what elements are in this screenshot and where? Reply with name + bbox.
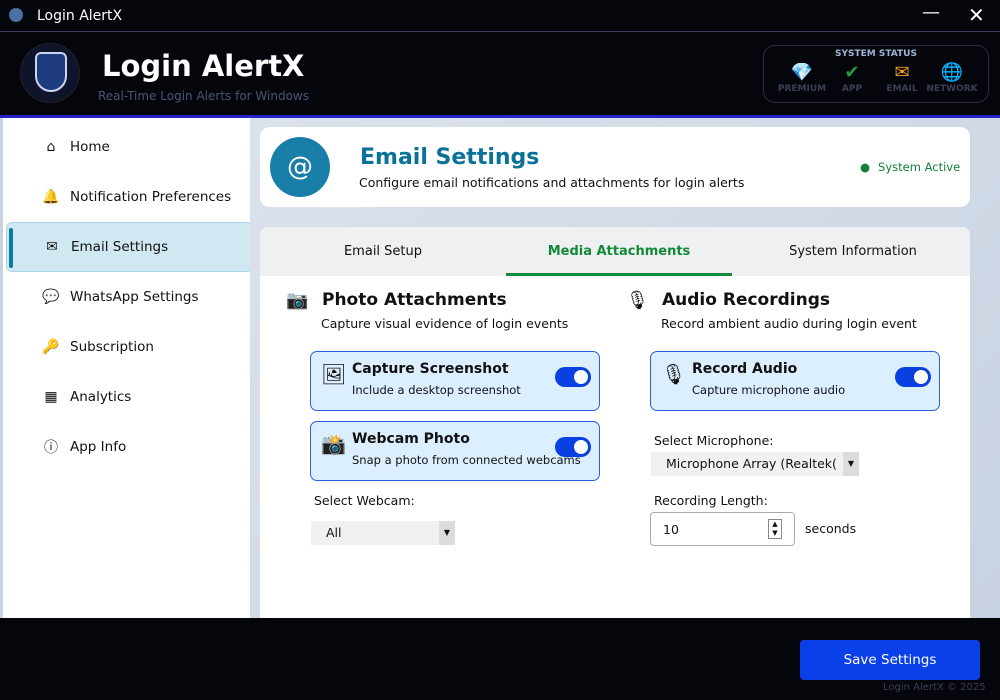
save-settings-button[interactable]: Save Settings [800, 640, 980, 680]
sidebar-item-email-settings[interactable]: ✉ Email Settings [6, 222, 253, 272]
recording-length-label: Recording Length: [654, 493, 768, 508]
webcam-icon: 📸 [321, 432, 346, 456]
shield-logo-icon [20, 43, 80, 103]
webcam-photo-toggle[interactable] [555, 437, 591, 457]
tab-email-setup[interactable]: Email Setup [270, 227, 496, 276]
home-icon: ⌂ [46, 139, 56, 155]
chevron-down-icon: ▼ [843, 452, 859, 476]
record-audio-option: 🎙 Record Audio Capture microphone audio [650, 351, 940, 411]
spin-arrows-icon[interactable]: ▲ ▼ [768, 519, 782, 539]
select-webcam-label: Select Webcam: [314, 493, 415, 508]
app-subtitle: Real-Time Login Alerts for Windows [98, 89, 309, 103]
recording-length-spinner[interactable]: 10 ▲ ▼ [650, 512, 795, 546]
title-bar: Login AlertX — ✕ [0, 0, 1000, 32]
sidebar-item-notification-preferences[interactable]: 🔔 Notification Preferences [6, 172, 253, 222]
microphone-icon: 🎙 [661, 362, 687, 386]
webcam-photo-option: 📸 Webcam Photo Snap a photo from connect… [310, 421, 600, 481]
system-status-panel: SYSTEM STATUS 💎 PREMIUM ✔ APP ✉ EMAIL 🌐 NETW… [763, 45, 989, 103]
tab-bar: Email Setup Media Attachments System Inf… [260, 227, 970, 276]
settings-panel: Email Setup Media Attachments System Inf… [260, 227, 970, 618]
chevron-down-icon: ▼ [439, 521, 455, 545]
main-content: @ Email Settings Configure email notific… [250, 118, 1000, 618]
status-network: 🌐 NETWORK [922, 62, 982, 94]
chat-bubble-icon: 💬 [42, 289, 60, 305]
email-at-icon: @ [270, 137, 330, 197]
sidebar-item-subscription[interactable]: 🔑 Subscription [6, 322, 253, 372]
page-header-card: @ Email Settings Configure email notific… [260, 127, 970, 207]
seconds-unit-label: seconds [805, 521, 857, 536]
page-subtitle: Configure email notifications and attach… [359, 175, 745, 190]
microphone-select[interactable]: Microphone Array (Realtek(▼ [651, 452, 859, 476]
page-title: Email Settings [360, 145, 540, 170]
sidebar: ⌂ Home 🔔 Notification Preferences ✉ Email S… [0, 118, 253, 618]
close-button[interactable]: ✕ [968, 3, 985, 27]
capture-screenshot-option: 🖼 Capture Screenshot Include a desktop s… [310, 351, 600, 411]
sidebar-item-app-info[interactable]: ⓘ App Info [6, 422, 253, 472]
bell-icon: 🔔 [42, 189, 60, 205]
system-active-status: System Active [860, 160, 960, 174]
email-icon: ✉ [46, 239, 58, 255]
sidebar-item-home[interactable]: ⌂ Home [6, 122, 253, 172]
app-title: Login AlertX [102, 49, 305, 83]
camera-icon: 📷 [286, 290, 309, 311]
tab-media-attachments[interactable]: Media Attachments [506, 227, 732, 276]
sidebar-item-analytics[interactable]: ▦ Analytics [6, 372, 253, 422]
webcam-select[interactable]: All ▼ [311, 521, 455, 545]
chart-icon: ▦ [44, 389, 58, 405]
select-microphone-label: Select Microphone: [654, 433, 774, 448]
microphone-icon: 🎙 [626, 290, 649, 311]
info-icon: ⓘ [44, 440, 58, 456]
app-header: Login AlertX Real-Time Login Alerts for … [0, 33, 1000, 115]
tab-system-information[interactable]: System Information [740, 227, 966, 276]
minimize-button[interactable]: — [922, 2, 940, 23]
key-icon: 🔑 [42, 339, 60, 355]
footer: Save Settings Login AlertX © 2025 [0, 618, 1000, 700]
globe-icon: 🌐 [940, 62, 964, 83]
app-icon [9, 8, 23, 22]
system-status-label: SYSTEM STATUS [835, 49, 917, 59]
capture-screenshot-toggle[interactable] [555, 367, 591, 387]
screenshot-icon: 🖼 [321, 362, 347, 386]
record-audio-toggle[interactable] [895, 367, 931, 387]
window-title: Login AlertX [37, 8, 123, 24]
copyright-text: Login AlertX © 2025 [883, 682, 986, 693]
sidebar-item-whatsapp-settings[interactable]: 💬 WhatsApp Settings [6, 272, 253, 322]
